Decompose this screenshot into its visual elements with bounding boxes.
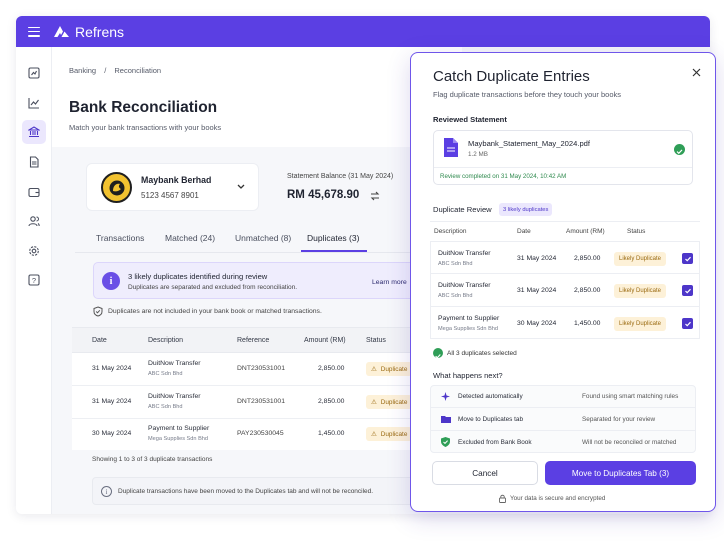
table-row[interactable]: 30 May 2024 Payment to Supplier Mega Sup… (72, 419, 424, 450)
help-icon[interactable]: ? (22, 268, 46, 292)
users-icon[interactable] (22, 209, 46, 233)
tab-unmatched[interactable]: Unmatched (8) (235, 233, 291, 243)
refrens-logo-icon (54, 26, 69, 37)
step-row: Move to Duplicates tab Separated for you… (431, 408, 695, 431)
table-header: Date Description Reference Amount (RM) S… (72, 327, 424, 353)
step-row: Excluded from Bank Book Will not be reco… (431, 431, 695, 454)
what-next-title: What happens next? (433, 371, 503, 380)
check-circle-icon (433, 348, 443, 359)
review-row[interactable]: DuitNow Transfer ABC Sdn Bhd 31 May 2024… (430, 241, 700, 273)
learn-more-link[interactable]: Learn more (372, 279, 407, 286)
col-description: Description (148, 337, 184, 344)
pdf-file-icon (444, 138, 458, 157)
chevron-down-icon (237, 184, 245, 189)
next-steps-list: Detected automatically Found using smart… (430, 385, 696, 453)
table-row[interactable]: 31 May 2024 DuitNow Transfer ABC Sdn Bhd… (72, 353, 424, 385)
close-icon[interactable] (692, 68, 701, 77)
alert-body: Duplicates are separated and excluded fr… (128, 284, 298, 291)
tab-transactions[interactable]: Transactions (96, 233, 144, 243)
exclusion-note: Duplicates are not included in your bank… (108, 308, 322, 315)
tab-duplicates[interactable]: Duplicates (3) (307, 233, 359, 243)
shield-check-icon (441, 437, 450, 447)
tab-active-indicator (301, 250, 367, 252)
col-reference: Reference (237, 337, 270, 344)
tab-bar: Transactions Matched (24) Unmatched (8) … (75, 226, 415, 253)
review-complete-text: Review completed on 31 May 2024, 10:42 A… (440, 173, 567, 180)
bank-icon[interactable] (22, 120, 46, 144)
status-badge: Likely Duplicate (614, 284, 667, 298)
status-badge: ⚠ Duplicate (366, 362, 413, 376)
col-status: Status (366, 337, 386, 344)
statement-balance: Statement Balance (31 May 2024) RM 45,67… (276, 163, 431, 211)
app-logo[interactable]: Refrens (54, 24, 124, 40)
modal-subtitle: Flag duplicate transactions before they … (433, 90, 622, 99)
status-badge: Likely Duplicate (614, 317, 667, 331)
move-to-duplicates-button[interactable]: Move to Duplicates Tab (3) (545, 461, 696, 485)
review-row[interactable]: DuitNow Transfer ABC Sdn Bhd 31 May 2024… (430, 273, 700, 306)
top-bar: Refrens (16, 16, 710, 47)
secure-note: Your data is secure and encrypted (510, 495, 606, 502)
select-checkbox[interactable] (682, 253, 693, 264)
review-table-header: Description Date Amount (RM) Status (430, 221, 700, 241)
info-text: Duplicate transactions have been moved t… (118, 488, 374, 495)
review-row[interactable]: Payment to Supplier Mega Supplies Sdn Bh… (430, 306, 700, 339)
folder-icon (441, 416, 451, 423)
table-row[interactable]: 31 May 2024 DuitNow Transfer ABC Sdn Bhd… (72, 386, 424, 418)
lock-icon (499, 494, 506, 503)
wallet-icon[interactable] (22, 180, 46, 204)
select-checkbox[interactable] (682, 318, 693, 329)
file-name: Maybank_Statement_May_2024.pdf (468, 139, 591, 148)
col-amount: Amount (RM) (304, 337, 346, 344)
likely-duplicates-badge: 3 likely duplicates (499, 203, 553, 216)
statement-file-card: Maybank_Statement_May_2024.pdf 1.2 MB Re… (433, 130, 693, 185)
info-icon: i (102, 272, 120, 290)
bank-selector[interactable]: Maybank Berhad 5123 4567 8901 (86, 163, 259, 211)
page-title: Bank Reconciliation (69, 99, 218, 116)
modal-title: Catch Duplicate Entries (433, 68, 590, 85)
sparkle-icon (441, 392, 450, 401)
info-strip: i Duplicate transactions have been moved… (92, 477, 416, 505)
page-header: Banking / Reconciliation Bank Reconcilia… (52, 47, 462, 147)
col-date: Date (92, 337, 107, 344)
breadcrumb: Banking / Reconciliation (69, 66, 162, 75)
reviewed-statement-label: Reviewed Statement (433, 115, 507, 124)
tab-matched[interactable]: Matched (24) (165, 233, 215, 243)
breadcrumb-banking[interactable]: Banking (69, 66, 96, 75)
shield-check-icon (93, 306, 103, 317)
select-checkbox[interactable] (682, 285, 693, 296)
svg-text:?: ? (32, 276, 36, 285)
check-circle-icon (674, 144, 685, 155)
reports-icon[interactable] (22, 61, 46, 85)
menu-icon[interactable] (28, 26, 40, 37)
chart-icon[interactable] (22, 91, 46, 115)
maybank-logo-icon (101, 172, 132, 203)
cancel-button[interactable]: Cancel (432, 461, 538, 485)
balance-label: Statement Balance (31 May 2024) (287, 173, 394, 180)
gear-icon[interactable] (22, 239, 46, 263)
balance-value: RM 45,678.90 (287, 189, 360, 201)
all-selected-text: All 3 duplicates selected (447, 350, 517, 357)
alert-title: 3 likely duplicates identified during re… (128, 272, 268, 281)
page-subtitle: Match your bank transactions with your b… (69, 123, 222, 132)
info-icon: i (101, 486, 112, 497)
duplicates-alert: i 3 likely duplicates identified during … (93, 262, 415, 299)
bank-name: Maybank Berhad (141, 175, 212, 185)
status-badge: Likely Duplicate (614, 252, 667, 266)
step-row: Detected automatically Found using smart… (431, 386, 695, 408)
status-badge: ⚠ Duplicate (366, 395, 413, 409)
table-footer: Showing 1 to 3 of 3 duplicate transactio… (92, 456, 213, 463)
swap-icon[interactable] (370, 191, 380, 201)
app-name: Refrens (75, 23, 125, 40)
file-size: 1.2 MB (468, 151, 488, 158)
duplicates-modal: Catch Duplicate Entries Flag duplicate t… (410, 52, 716, 512)
sidebar: ? (16, 47, 52, 514)
document-icon[interactable] (22, 150, 46, 174)
duplicate-review-label: Duplicate Review (433, 205, 492, 214)
bank-account-number: 5123 4567 8901 (141, 191, 199, 200)
status-badge: ⚠ Duplicate (366, 427, 413, 441)
breadcrumb-current: Reconciliation (114, 66, 162, 75)
